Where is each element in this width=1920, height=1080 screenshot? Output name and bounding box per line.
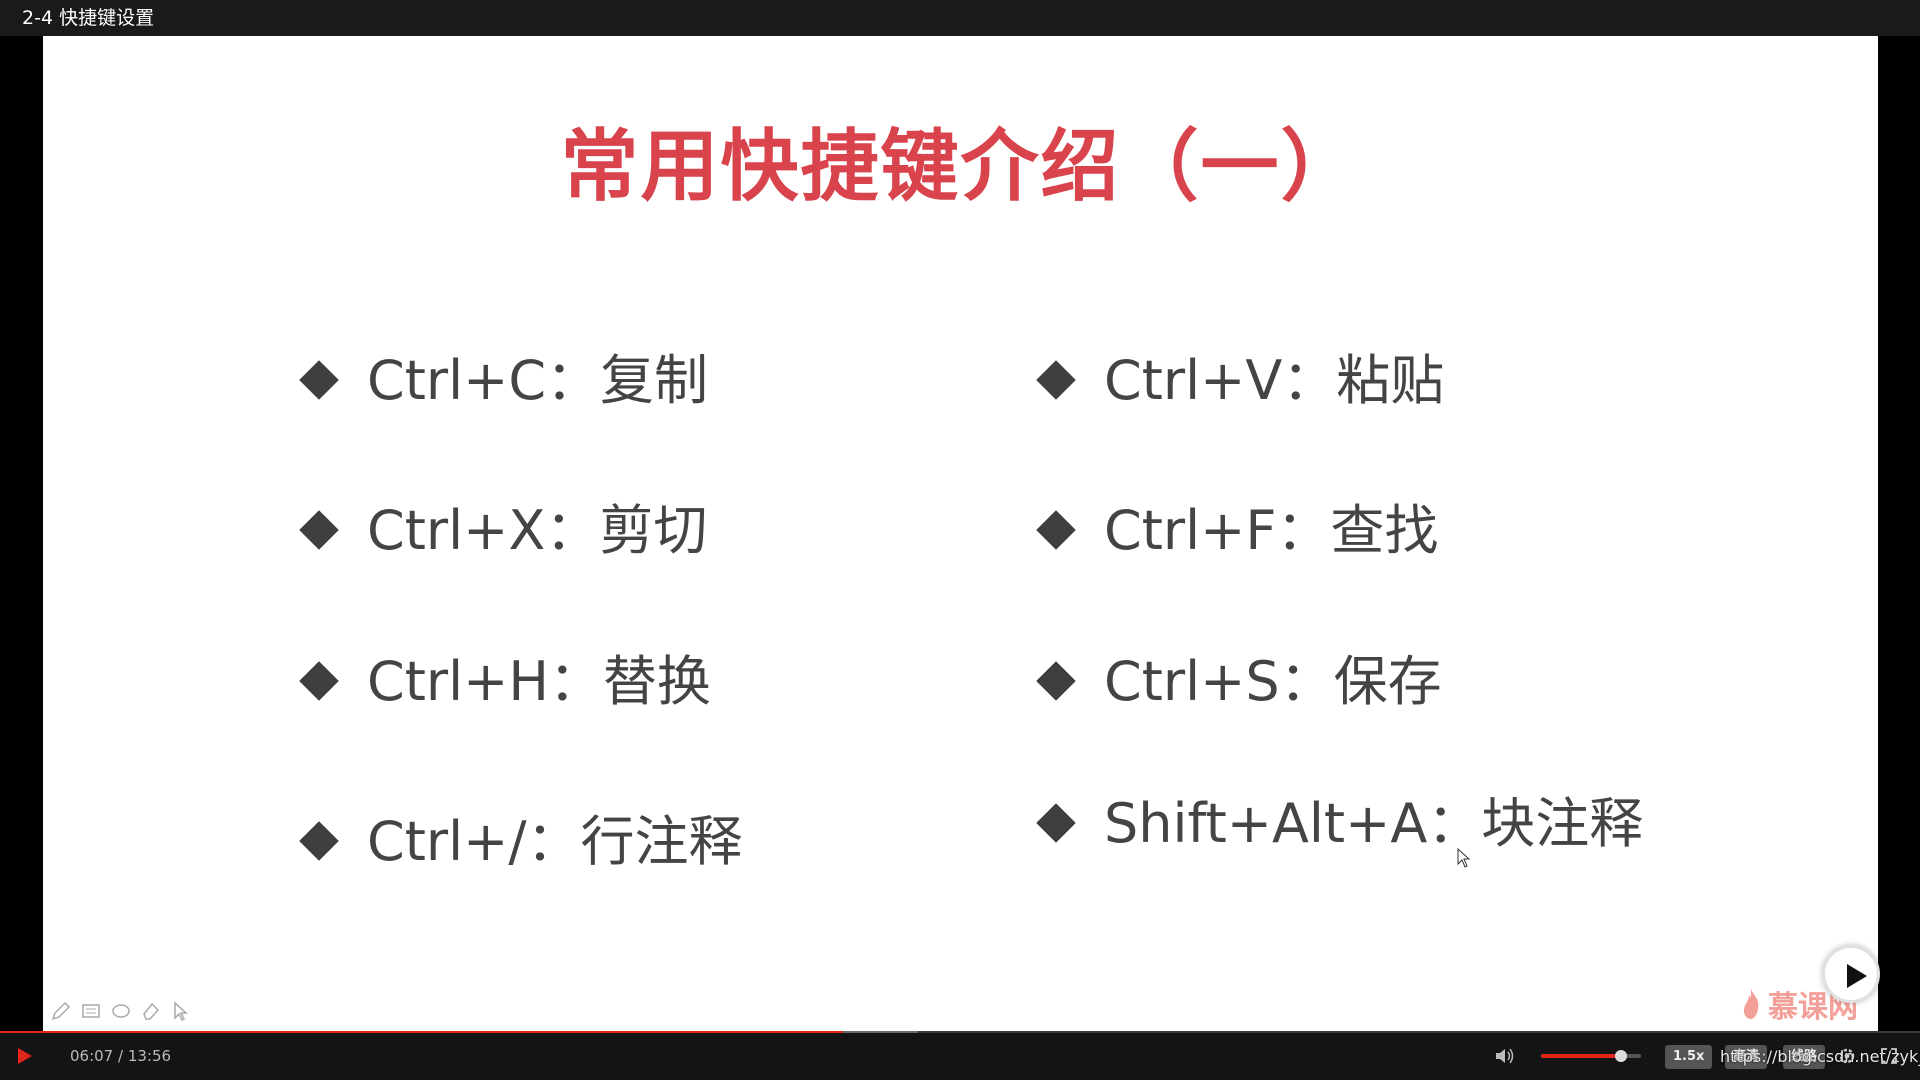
volume-knob[interactable] xyxy=(1615,1050,1627,1062)
gear-icon[interactable] xyxy=(1838,1047,1856,1065)
shortcut-item: Ctrl+X：剪切 xyxy=(299,491,708,571)
diamond-bullet-icon xyxy=(1036,510,1076,551)
slide-title: 常用快捷键介绍（一） xyxy=(560,122,1361,212)
eraser-icon[interactable] xyxy=(140,1000,162,1022)
shortcut-item: Ctrl+V：粘贴 xyxy=(1036,341,1445,421)
annotation-toolbar xyxy=(50,1000,192,1022)
diamond-bullet-icon xyxy=(1036,803,1076,844)
shortcut-text: Ctrl+H：替换 xyxy=(367,650,711,713)
video-area[interactable]: 常用快捷键介绍（一） Ctrl+C：复制 Ctrl+X：剪切 Ctrl+H：替换… xyxy=(0,36,1920,1032)
shortcut-item: Ctrl+F：查找 xyxy=(1036,491,1439,571)
window-title: 2-4 快捷键设置 xyxy=(0,0,1920,36)
fullscreen-icon[interactable] xyxy=(1880,1047,1898,1065)
shortcut-text: Ctrl+S：保存 xyxy=(1104,650,1442,713)
shortcut-text: Ctrl+F：查找 xyxy=(1104,499,1439,562)
big-play-button[interactable] xyxy=(1822,945,1880,1003)
volume-level xyxy=(1541,1054,1621,1058)
shortcut-text: Ctrl+V：粘贴 xyxy=(1104,349,1445,412)
diamond-bullet-icon xyxy=(299,510,339,551)
diamond-bullet-icon xyxy=(1036,661,1076,702)
shortcut-text: Ctrl+/：行注释 xyxy=(367,810,743,873)
shortcut-text: Shift+Alt+A：块注释 xyxy=(1104,792,1644,855)
play-icon[interactable] xyxy=(14,1046,34,1066)
diamond-bullet-icon xyxy=(299,821,339,862)
slide: 常用快捷键介绍（一） Ctrl+C：复制 Ctrl+X：剪切 Ctrl+H：替换… xyxy=(43,36,1878,1032)
shortcut-text: Ctrl+X：剪切 xyxy=(367,499,708,562)
ellipse-icon[interactable] xyxy=(110,1000,132,1022)
player-control-bar: 06:07 / 13:56 1.5x 高清 线路 https://blog.cs… xyxy=(0,1033,1920,1080)
shortcut-text: Ctrl+C：复制 xyxy=(367,349,709,412)
shortcut-item: Ctrl+H：替换 xyxy=(299,642,711,722)
shortcut-item: Shift+Alt+A：块注释 xyxy=(1036,784,1644,864)
mouse-cursor-icon xyxy=(1457,848,1471,868)
diamond-bullet-icon xyxy=(1036,360,1076,401)
volume-slider[interactable] xyxy=(1541,1050,1641,1062)
pointer-icon[interactable] xyxy=(170,1000,192,1022)
time-display: 06:07 / 13:56 xyxy=(70,1047,172,1065)
rectangle-icon[interactable] xyxy=(80,1000,102,1022)
shortcut-item: Ctrl+/：行注释 xyxy=(299,802,743,882)
playback-speed-button[interactable]: 1.5x xyxy=(1665,1045,1713,1069)
shortcut-item: Ctrl+C：复制 xyxy=(299,341,709,421)
flame-icon xyxy=(1743,989,1759,1019)
shortcut-item: Ctrl+S：保存 xyxy=(1036,642,1442,722)
pen-icon[interactable] xyxy=(50,1000,72,1022)
diamond-bullet-icon xyxy=(299,661,339,702)
volume-icon[interactable] xyxy=(1494,1046,1516,1066)
diamond-bullet-icon xyxy=(299,360,339,401)
